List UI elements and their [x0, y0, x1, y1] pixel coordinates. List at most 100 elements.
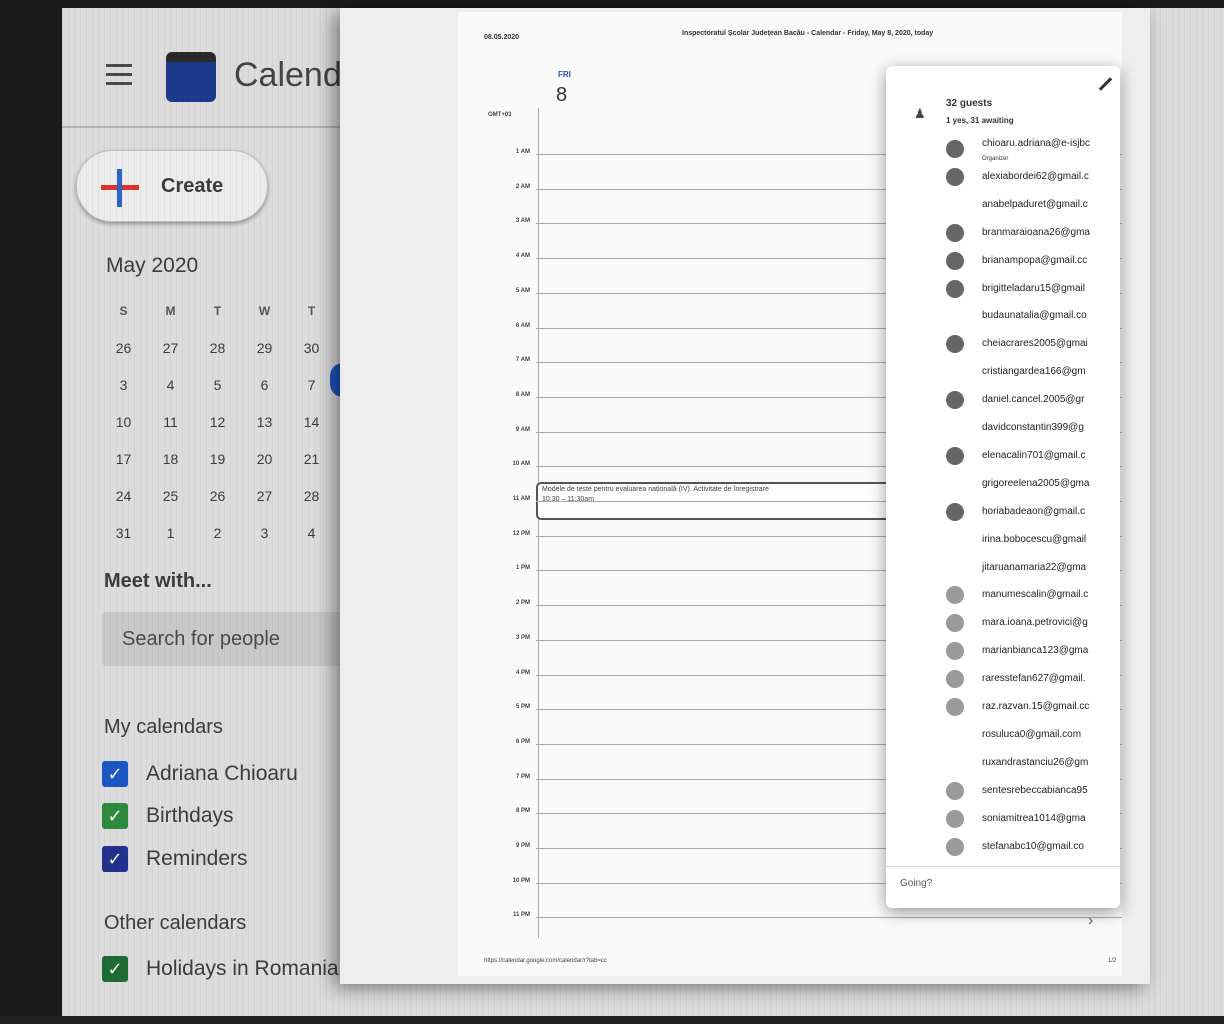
guest-email: daniel.cancel.2005@gr — [982, 394, 1085, 406]
day-cell[interactable]: 29 — [241, 340, 288, 356]
checkbox-icon[interactable]: ✓ — [102, 956, 128, 982]
guest-row[interactable]: chioaru.adriana@e-isjbc Organizer — [946, 136, 1120, 162]
guest-row[interactable]: budaunatalia@gmail.co — [946, 303, 1120, 327]
day-cell[interactable]: 10 — [100, 414, 147, 430]
guest-row[interactable]: sentesrebeccabianca95 — [946, 778, 1120, 802]
day-cell[interactable]: 6 — [241, 377, 288, 393]
day-cell[interactable]: 7 — [288, 377, 335, 393]
guest-row[interactable]: cheiacrares2005@gmai — [946, 331, 1120, 355]
avatar-icon — [946, 167, 964, 186]
day-cell[interactable]: 5 — [194, 377, 241, 393]
edit-pencil-icon[interactable] — [1098, 77, 1113, 91]
guest-row[interactable]: davidconstantin399@g — [946, 415, 1120, 439]
hour-label: 9 AM — [515, 426, 530, 433]
guest-status: 1 yes, 31 awaiting — [946, 116, 1014, 125]
avatar-icon — [946, 614, 964, 633]
day-cell[interactable]: 31 — [100, 525, 147, 541]
day-cell[interactable]: 3 — [100, 377, 147, 393]
day-cell[interactable]: 26 — [100, 340, 147, 356]
day-cell[interactable]: 28 — [194, 340, 241, 356]
guest-row[interactable]: brigitteladaru15@gmail — [946, 276, 1120, 300]
guest-email: raz.razvan.15@gmail.cc — [982, 701, 1090, 712]
guest-row[interactable]: manumescalin@gmail.c — [946, 582, 1120, 606]
guest-row[interactable]: stefanabc10@gmail.co — [946, 834, 1120, 858]
guest-email: grigoreelena2005@gma — [982, 477, 1090, 489]
guest-email: chioaru.adriana@e-isjbc — [982, 138, 1090, 149]
avatar-icon — [946, 251, 964, 270]
guest-row[interactable]: mara.ioana.petrovici@g — [946, 610, 1120, 634]
popup-divider — [886, 866, 1120, 867]
hamburger-menu-icon[interactable] — [106, 64, 132, 86]
guest-row[interactable]: jitaruanamaria22@gma — [946, 555, 1120, 579]
guest-row[interactable]: alexiabordei62@gmail.c — [946, 164, 1120, 188]
calendar-item[interactable]: ✓ Reminders — [102, 845, 248, 873]
day-cell[interactable]: 21 — [288, 451, 335, 467]
day-cell[interactable]: 18 — [147, 451, 194, 467]
day-cell[interactable]: 19 — [194, 451, 241, 467]
print-date: 08.05.2020 — [484, 34, 520, 41]
guest-row[interactable]: cristiangardea166@gm — [946, 359, 1120, 383]
timezone-label: GMT+03 — [488, 112, 512, 118]
hour-label: 2 PM — [515, 600, 530, 607]
day-cell[interactable]: 12 — [194, 414, 241, 430]
guest-row[interactable]: ruxandrastanciu26@gm — [946, 750, 1120, 774]
day-cell[interactable]: 30 — [288, 340, 335, 356]
event-details-popup: ♟ 32 guests 1 yes, 31 awaiting Going? ch… — [886, 66, 1120, 908]
hour-label: 3 PM — [515, 634, 530, 641]
guest-row[interactable]: anabelpaduret@gmail.c — [946, 192, 1120, 216]
hour-label: 5 PM — [515, 704, 530, 711]
calendar-item[interactable]: ✓ Birthdays — [102, 802, 234, 830]
guest-email: brianampopa@gmail.cc — [982, 254, 1088, 266]
guest-row[interactable]: brianampopa@gmail.cc — [946, 248, 1120, 272]
guest-row[interactable]: elenacalin701@gmail.c — [946, 443, 1120, 467]
guest-row[interactable]: horiabadeaon@gmail.c — [946, 499, 1120, 523]
day-cell[interactable]: 27 — [147, 340, 194, 356]
avatar-icon — [946, 670, 964, 689]
day-cell[interactable]: 4 — [288, 525, 335, 541]
guest-row[interactable]: soniamitrea1014@gma — [946, 806, 1120, 830]
day-cell[interactable]: 20 — [241, 451, 288, 467]
day-cell[interactable]: 14 — [288, 414, 335, 430]
checkbox-icon[interactable]: ✓ — [102, 803, 128, 829]
avatar-icon — [946, 781, 964, 800]
day-cell[interactable]: 27 — [241, 488, 288, 504]
guest-row[interactable]: grigoreelena2005@gma — [946, 471, 1120, 495]
guest-email: branmaraioana26@gma — [982, 226, 1090, 238]
guest-row[interactable]: branmaraioana26@gma — [946, 220, 1120, 244]
guest-row[interactable]: irina.bobocescu@gmail — [946, 527, 1120, 551]
checkbox-icon[interactable]: ✓ — [102, 761, 128, 787]
guest-row[interactable]: raz.razvan.15@gmail.cc — [946, 694, 1120, 718]
other-calendars-heading: Other calendars — [104, 912, 247, 934]
calendar-item[interactable]: ✓ Adriana Chioaru — [102, 760, 298, 788]
guest-row[interactable]: daniel.cancel.2005@gr — [946, 387, 1120, 411]
day-cell[interactable]: 25 — [147, 488, 194, 504]
avatar-icon — [946, 586, 964, 605]
guest-count: 32 guests — [946, 98, 993, 109]
calendar-item[interactable]: ✓ Holidays in Romania — [102, 955, 339, 983]
guest-row[interactable]: raresstefan627@gmail. — [946, 666, 1120, 690]
day-cell[interactable]: 28 — [288, 488, 335, 504]
day-cell[interactable]: 11 — [147, 414, 194, 430]
day-cell[interactable]: 3 — [241, 525, 288, 541]
guest-email: rosuluca0@gmail.com — [982, 728, 1082, 740]
day-cell[interactable]: 13 — [241, 414, 288, 430]
guest-email: sentesrebeccabianca95 — [982, 784, 1088, 796]
guest-email: ruxandrastanciu26@gm — [982, 756, 1089, 768]
hour-label: 10 AM — [512, 461, 530, 468]
day-cell[interactable]: 2 — [194, 525, 241, 541]
chevron-right-icon[interactable]: › — [1088, 912, 1093, 930]
create-button[interactable]: Create — [76, 150, 268, 222]
day-cell[interactable]: 17 — [100, 451, 147, 467]
checkbox-icon[interactable]: ✓ — [102, 846, 128, 872]
hour-label: 5 AM — [515, 287, 530, 294]
guest-row[interactable]: rosuluca0@gmail.com — [946, 722, 1120, 746]
guest-email: jitaruanamaria22@gma — [982, 561, 1087, 573]
guest-row[interactable]: marianbianca123@gma — [946, 638, 1120, 662]
day-cell[interactable]: 26 — [194, 488, 241, 504]
week-row: 10 11 12 13 14 — [100, 403, 335, 440]
day-cell[interactable]: 24 — [100, 488, 147, 504]
search-people-input[interactable]: Search for people — [102, 612, 352, 666]
print-page-number: 1/2 — [1108, 958, 1117, 964]
day-cell[interactable]: 4 — [147, 377, 194, 393]
day-cell[interactable]: 1 — [147, 525, 194, 541]
